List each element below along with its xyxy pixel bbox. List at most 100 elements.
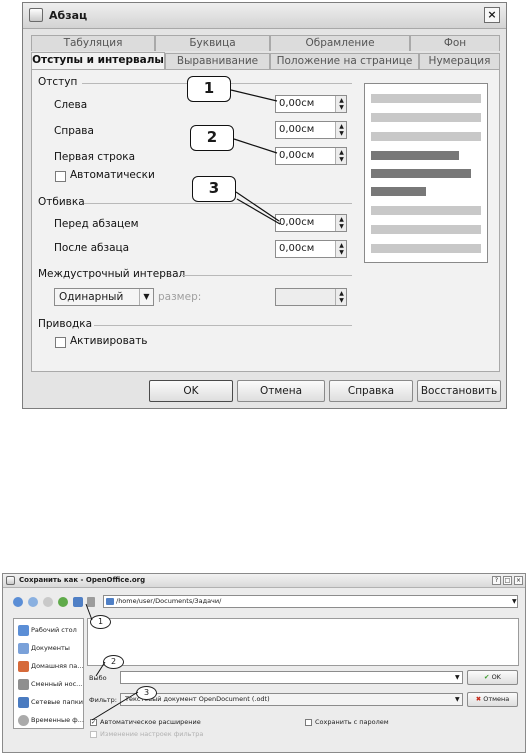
options-icon[interactable]: [87, 597, 95, 607]
path-field[interactable]: /home/user/Documents/Задачи/: [103, 595, 518, 608]
before-text-spin[interactable]: 0,00см ▲ ▼: [275, 95, 347, 113]
callout-3: 3: [136, 686, 157, 700]
back-icon[interactable]: [13, 597, 23, 607]
arrow-down-icon[interactable]: ▼: [337, 249, 346, 256]
above-paragraph-value: 0,00см: [279, 217, 315, 228]
spin-arrows[interactable]: ▲ ▼: [335, 96, 346, 112]
callout-1: 1: [187, 76, 231, 102]
line-spacing-select[interactable]: Одинарный ▼: [54, 288, 154, 306]
arrow-down-icon[interactable]: ▼: [337, 156, 346, 163]
arrow-down-icon[interactable]: ▼: [337, 297, 346, 304]
below-paragraph-value: 0,00см: [279, 243, 315, 254]
maximize-icon[interactable]: □: [503, 576, 512, 585]
spin-arrows[interactable]: ▲ ▼: [335, 122, 346, 138]
after-text-value: 0,00см: [279, 124, 315, 135]
close-button[interactable]: ×: [484, 7, 500, 23]
callout-3: 3: [192, 176, 236, 202]
file-list[interactable]: [87, 618, 519, 666]
desktop-icon: [18, 625, 29, 636]
arrow-down-icon[interactable]: ▼: [337, 223, 346, 230]
tab-text-flow[interactable]: Положение на странице: [270, 53, 419, 69]
name-label: Выбо: [89, 674, 107, 682]
refresh-icon[interactable]: [58, 597, 68, 607]
preview-line: [371, 225, 481, 234]
callout-2: 2: [190, 125, 234, 151]
place-label: Сменный нос...: [31, 680, 83, 688]
up-icon[interactable]: [43, 597, 53, 607]
spin-arrows[interactable]: ▲ ▼: [335, 215, 346, 231]
forward-icon[interactable]: [28, 597, 38, 607]
arrow-up-icon[interactable]: ▲: [337, 290, 346, 297]
check-icon: ✔: [484, 673, 490, 681]
auto-extension-label: Автоматическое расширение: [100, 718, 201, 726]
reset-button[interactable]: Восстановить: [417, 380, 501, 402]
place-temp[interactable]: Временные ф...: [16, 713, 84, 728]
dialog-title: Абзац: [49, 9, 88, 22]
spin-arrows[interactable]: ▲ ▼: [335, 241, 346, 257]
save-password-checkbox[interactable]: [305, 719, 312, 726]
place-desktop[interactable]: Рабочий стол: [16, 623, 84, 638]
divider: [94, 325, 352, 326]
ok-button[interactable]: ✔ OK: [467, 670, 518, 685]
tab-drop-caps[interactable]: Буквица: [155, 35, 270, 51]
before-text-label: Слева: [54, 99, 88, 111]
divider: [182, 275, 352, 276]
size-spin[interactable]: ▲ ▼: [275, 288, 347, 306]
above-paragraph-spin[interactable]: 0,00см ▲ ▼: [275, 214, 347, 232]
size-label: размер:: [158, 291, 202, 303]
preview-line: [371, 113, 481, 122]
chevron-down-icon[interactable]: ▼: [512, 596, 518, 607]
tab-background[interactable]: Фон: [410, 35, 500, 51]
first-line-spin[interactable]: 0,00см ▲ ▼: [275, 147, 347, 165]
tab-tabs[interactable]: Табуляция: [31, 35, 155, 51]
tab-alignment[interactable]: Выравнивание: [165, 53, 270, 69]
automatic-label: Автоматически: [70, 169, 155, 181]
tab-borders[interactable]: Обрамление: [270, 35, 410, 51]
activate-checkbox[interactable]: [55, 337, 66, 348]
name-input[interactable]: [120, 671, 463, 684]
edit-filter-checkbox[interactable]: [90, 731, 97, 738]
filter-label: Фильтр:: [89, 696, 117, 704]
tab-indents-spacing[interactable]: Отступы и интервалы: [31, 52, 165, 70]
preview-line-current: [371, 151, 459, 160]
chevron-down-icon[interactable]: ▼: [455, 694, 463, 705]
home-icon: [18, 661, 29, 672]
dialog-title: Сохранить как - OpenOffice.org: [19, 576, 146, 584]
close-icon[interactable]: ×: [514, 576, 523, 585]
tab-numbering[interactable]: Нумерация: [419, 53, 500, 69]
help-button[interactable]: Справка: [329, 380, 413, 402]
place-label: Документы: [31, 644, 70, 652]
arrow-up-icon[interactable]: ▲: [337, 242, 346, 249]
arrow-up-icon[interactable]: ▲: [337, 216, 346, 223]
cancel-button[interactable]: ✖ Отмена: [467, 692, 518, 707]
auto-extension-checkbox[interactable]: ✓: [90, 719, 97, 726]
first-line-label: Первая строка: [54, 151, 136, 163]
filter-select[interactable]: Текстовый документ OpenDocument (.odt): [120, 693, 463, 706]
below-paragraph-spin[interactable]: 0,00см ▲ ▼: [275, 240, 347, 258]
place-documents[interactable]: Документы: [16, 641, 84, 656]
place-label: Временные ф...: [31, 716, 84, 724]
automatic-checkbox[interactable]: [55, 171, 66, 182]
chevron-down-icon[interactable]: ▼: [139, 289, 153, 305]
after-text-spin[interactable]: 0,00см ▲ ▼: [275, 121, 347, 139]
place-removable[interactable]: Сменный нос...: [16, 677, 84, 692]
ok-button[interactable]: OK: [149, 380, 233, 402]
title-bar: Абзац ×: [23, 3, 506, 29]
chevron-down-icon[interactable]: ▼: [455, 672, 463, 683]
spin-arrows[interactable]: ▲ ▼: [335, 148, 346, 164]
temp-folder-icon: [18, 715, 29, 726]
folder-icon: [106, 598, 114, 605]
spin-arrows[interactable]: ▲ ▼: [335, 289, 346, 305]
spacing-section-title: Отбивка: [38, 196, 85, 208]
new-folder-icon[interactable]: [73, 597, 83, 607]
arrow-down-icon[interactable]: ▼: [337, 130, 346, 137]
place-network[interactable]: Сетевые папки: [16, 695, 84, 710]
arrow-down-icon[interactable]: ▼: [337, 104, 346, 111]
arrow-up-icon[interactable]: ▲: [337, 149, 346, 156]
place-label: Сетевые папки: [31, 698, 83, 706]
arrow-up-icon[interactable]: ▲: [337, 123, 346, 130]
cancel-button[interactable]: Отмена: [237, 380, 325, 402]
arrow-up-icon[interactable]: ▲: [337, 97, 346, 104]
help-icon[interactable]: ?: [492, 576, 501, 585]
place-home[interactable]: Домашняя па...: [16, 659, 84, 674]
